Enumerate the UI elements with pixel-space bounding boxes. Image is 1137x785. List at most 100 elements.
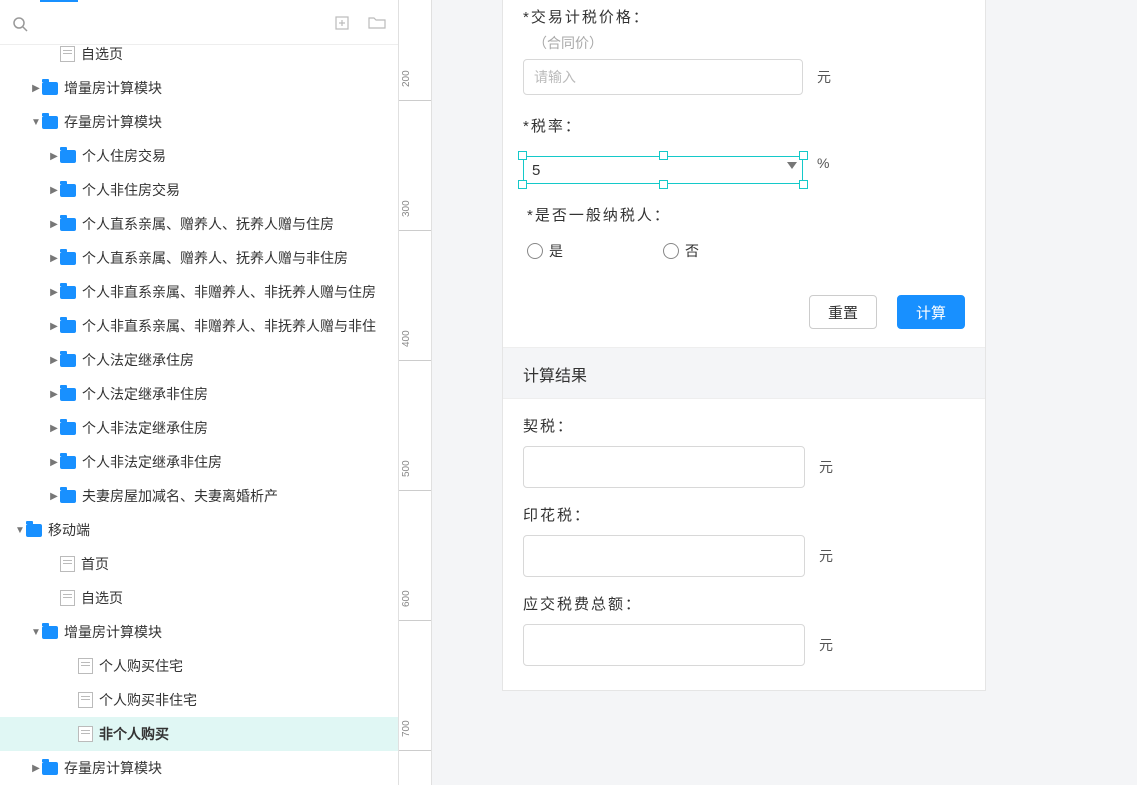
- tree-item-label: 首页: [81, 554, 109, 574]
- folder-icon: [60, 286, 76, 299]
- search-icon: [12, 16, 28, 32]
- tree-item[interactable]: 个人非住房交易: [0, 173, 398, 207]
- chevron-down-icon[interactable]: [14, 525, 26, 536]
- tree-item[interactable]: 个人非直系亲属、非赠养人、非抚养人赠与住房: [0, 275, 398, 309]
- tree-item-label: 移动端: [48, 520, 90, 540]
- radio-no[interactable]: 否: [663, 241, 699, 261]
- page-icon: [78, 726, 93, 742]
- tree-item[interactable]: 个人非法定继承住房: [0, 411, 398, 445]
- tree-item-label: 个人直系亲属、赠养人、抚养人赠与非住房: [82, 248, 348, 268]
- chevron-right-icon[interactable]: [48, 185, 60, 196]
- chevron-down-icon[interactable]: [30, 117, 42, 128]
- folder-icon: [60, 388, 76, 401]
- top-tab-strip: [0, 0, 398, 4]
- radio-icon: [663, 243, 679, 259]
- add-folder-icon[interactable]: [368, 15, 386, 34]
- chevron-right-icon[interactable]: [48, 151, 60, 162]
- ruler-tick: 600: [399, 620, 431, 621]
- chevron-right-icon[interactable]: [48, 219, 60, 230]
- tree-item[interactable]: 移动端: [0, 513, 398, 547]
- tree-item-label: 个人非住房交易: [82, 180, 180, 200]
- canvas-scroll[interactable]: *交易计税价格： （合同价） 元 *税率： 5: [432, 0, 1137, 785]
- tree-item[interactable]: 个人住房交易: [0, 139, 398, 173]
- chevron-right-icon[interactable]: [48, 321, 60, 332]
- tree-item[interactable]: 存量房计算模块: [0, 105, 398, 139]
- resize-handle[interactable]: [659, 180, 668, 189]
- tree-item[interactable]: 存量房计算模块: [0, 751, 398, 785]
- radio-yes[interactable]: 是: [527, 241, 563, 261]
- tree-item[interactable]: 自选页: [0, 581, 398, 615]
- out-unit: 元: [819, 635, 833, 655]
- rate-select-selected-element[interactable]: 5: [523, 156, 803, 184]
- tree-item-label: 个人法定继承住房: [82, 350, 194, 370]
- folder-icon: [60, 490, 76, 503]
- radio-icon: [527, 243, 543, 259]
- price-input[interactable]: [523, 59, 803, 95]
- vertical-ruler: 200300400500600700: [399, 0, 432, 785]
- out-total-value[interactable]: [523, 624, 805, 666]
- tree-item[interactable]: 个人直系亲属、赠养人、抚养人赠与非住房: [0, 241, 398, 275]
- tree-item[interactable]: 个人非法定继承非住房: [0, 445, 398, 479]
- rate-label: *税率：: [523, 115, 965, 136]
- price-sublabel: （合同价）: [533, 33, 965, 53]
- tree-item-label: 夫妻房屋加减名、夫妻离婚析产: [82, 486, 278, 506]
- folder-icon: [60, 354, 76, 367]
- tree-item-label: 个人非直系亲属、非赠养人、非抚养人赠与非住: [82, 316, 376, 336]
- price-label: *交易计税价格：: [523, 6, 965, 27]
- price-unit: 元: [817, 67, 831, 87]
- tree-item[interactable]: 个人非直系亲属、非赠养人、非抚养人赠与非住: [0, 309, 398, 343]
- resize-handle[interactable]: [518, 151, 527, 160]
- tree-item[interactable]: 个人法定继承非住房: [0, 377, 398, 411]
- out-deed-tax-value[interactable]: [523, 446, 805, 488]
- design-canvas: 200300400500600700 *交易计税价格： （合同价） 元 *税率：…: [399, 0, 1137, 785]
- ruler-tick-label: 300: [401, 200, 412, 217]
- chevron-right-icon[interactable]: [48, 423, 60, 434]
- out-stamp-tax-value[interactable]: [523, 535, 805, 577]
- sidebar: 自选页增量房计算模块存量房计算模块个人住房交易个人非住房交易个人直系亲属、赠养人…: [0, 0, 399, 785]
- chevron-right-icon[interactable]: [48, 457, 60, 468]
- tree-item-label: 个人购买住宅: [99, 656, 183, 676]
- search-bar: [0, 4, 398, 45]
- chevron-right-icon[interactable]: [30, 83, 42, 94]
- tree-item[interactable]: 首页: [0, 547, 398, 581]
- out-total-label: 应交税费总额：: [523, 593, 965, 614]
- chevron-right-icon[interactable]: [48, 287, 60, 298]
- resize-handle[interactable]: [659, 151, 668, 160]
- resize-handle[interactable]: [518, 180, 527, 189]
- page-tree[interactable]: 自选页增量房计算模块存量房计算模块个人住房交易个人非住房交易个人直系亲属、赠养人…: [0, 45, 398, 785]
- tree-item[interactable]: 夫妻房屋加减名、夫妻离婚析产: [0, 479, 398, 513]
- out-unit: 元: [819, 546, 833, 566]
- chevron-right-icon[interactable]: [48, 355, 60, 366]
- tree-item[interactable]: 增量房计算模块: [0, 71, 398, 105]
- tree-item[interactable]: 自选页: [0, 45, 398, 71]
- radio-no-label: 否: [685, 241, 699, 261]
- tree-item[interactable]: 个人购买非住宅: [0, 683, 398, 717]
- tree-item-label: 存量房计算模块: [64, 758, 162, 778]
- page-icon: [60, 590, 75, 606]
- reset-button[interactable]: 重置: [809, 295, 877, 329]
- tree-item-label: 自选页: [81, 45, 123, 64]
- folder-icon: [42, 116, 58, 129]
- resize-handle[interactable]: [799, 180, 808, 189]
- search-input[interactable]: [28, 12, 334, 36]
- out-unit: 元: [819, 457, 833, 477]
- add-page-icon[interactable]: [334, 15, 350, 34]
- tree-item-label: 个人购买非住宅: [99, 690, 197, 710]
- tree-item[interactable]: 个人直系亲属、赠养人、抚养人赠与住房: [0, 207, 398, 241]
- radio-yes-label: 是: [549, 241, 563, 261]
- tree-item[interactable]: 增量房计算模块: [0, 615, 398, 649]
- ruler-tick: 500: [399, 490, 431, 491]
- calc-button[interactable]: 计算: [897, 295, 965, 329]
- resize-handle[interactable]: [799, 151, 808, 160]
- folder-icon: [60, 320, 76, 333]
- tree-item[interactable]: 个人法定继承住房: [0, 343, 398, 377]
- page-icon: [60, 46, 75, 62]
- ruler-tick-label: 400: [401, 330, 412, 347]
- chevron-right-icon[interactable]: [30, 763, 42, 774]
- tree-item[interactable]: 个人购买住宅: [0, 649, 398, 683]
- chevron-right-icon[interactable]: [48, 491, 60, 502]
- chevron-right-icon[interactable]: [48, 253, 60, 264]
- tree-item[interactable]: 非个人购买: [0, 717, 398, 751]
- chevron-down-icon[interactable]: [30, 627, 42, 638]
- chevron-right-icon[interactable]: [48, 389, 60, 400]
